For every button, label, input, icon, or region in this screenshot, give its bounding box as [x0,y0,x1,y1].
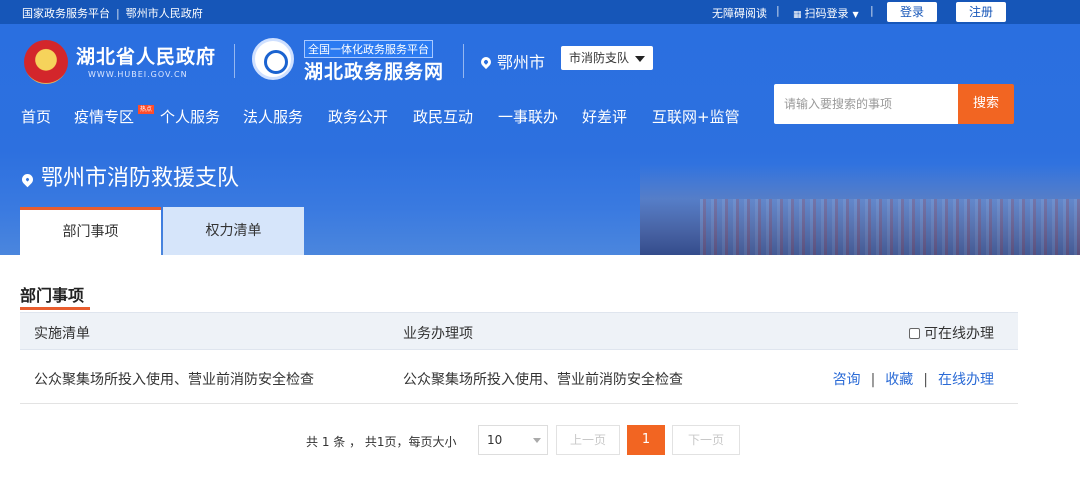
location-pin-icon [478,54,494,70]
header-divider-1 [234,44,235,78]
service-platform-icon [252,38,294,80]
page-title-text: 鄂州市消防救援支队 [41,166,240,191]
section-title-underline [20,307,90,310]
nav-item-one-thing[interactable]: 一事联办 [498,106,558,127]
nav-item-review[interactable]: 好差评 [582,106,627,127]
gov-url: WWW.HUBEI.GOV.CN [88,70,188,79]
city-buildings-texture [700,199,1080,255]
current-page-button[interactable]: 1 [627,425,665,455]
separator-1: | [776,4,780,17]
caret-down-icon [533,438,541,443]
location-pin-icon [19,171,36,188]
accessibility-link[interactable]: 无障碍阅读 [712,5,767,21]
table-row: 公众聚集场所投入使用、营业前消防安全检查 公众聚集场所投入使用、营业前消防安全检… [20,351,1018,404]
tab-power-list[interactable]: 权力清单 [163,207,304,255]
action-separator: | [923,372,928,388]
top-left-separator: | [116,7,120,20]
nav-item-gov-affairs[interactable]: 政务公开 [328,106,388,127]
national-emblem-icon [24,40,68,84]
hot-badge: 热点 [138,105,155,114]
department-select[interactable]: 市消防支队 [561,46,654,70]
column-header-implementation: 实施清单 [34,326,90,342]
separator-2: | [870,4,874,17]
checkbox-icon [909,328,920,339]
platform-name: 湖北政务服务网 [304,61,445,83]
nav-item-home[interactable]: 首页 [21,106,51,127]
prev-page-button[interactable]: 上一页 [556,425,620,455]
row-actions: 咨询 | 收藏 | 在线办理 [833,369,994,389]
gov-name: 湖北省人民政府 [76,46,217,68]
pagination-info: 共 1 条 ， 共1页，每页大小 [306,435,457,449]
national-platform-link[interactable]: 国家政务服务平台 [22,7,110,20]
nav-item-supervision[interactable]: 互联网+监管 [652,106,740,127]
nav-item-legal-person[interactable]: 法人服务 [243,106,303,127]
consult-link[interactable]: 咨询 [833,372,861,388]
page-size-select[interactable]: 10 [478,425,548,455]
ezhou-gov-link[interactable]: 鄂州市人民政府 [126,7,203,20]
nav-item-personal[interactable]: 个人服务 [160,106,220,127]
caret-down-icon [635,55,646,62]
tab-department-items[interactable]: 部门事项 [20,207,161,255]
favorite-link[interactable]: 收藏 [885,372,913,388]
nav-item-interaction[interactable]: 政民互动 [413,106,473,127]
online-handle-link[interactable]: 在线办理 [938,372,994,388]
register-button[interactable]: 注册 [956,2,1006,22]
online-filter-label: 可在线办理 [924,326,994,342]
row-item-name[interactable]: 公众聚集场所投入使用、营业前消防安全检查 [34,369,314,389]
row-business-name[interactable]: 公众聚集场所投入使用、营业前消防安全检查 [403,369,683,389]
online-filter-checkbox[interactable]: 可在线办理 [909,323,994,343]
page-size-value: 10 [487,433,503,447]
top-utility-bar: 国家政务服务平台 | 鄂州市人民政府 无障碍阅读 | ▦ 扫码登录 ▼ | 登录 注册 [0,0,1080,24]
platform-tag: 全国一体化政务服务平台 [304,40,433,58]
qr-code-icon: ▦ [793,10,802,20]
dropdown-caret-icon: ▼ [852,10,859,19]
search-button[interactable]: 搜索 [958,84,1014,124]
column-header-business: 业务办理项 [403,326,473,342]
scan-login-link[interactable]: ▦ 扫码登录 ▼ [793,5,859,21]
city-name: 鄂州市 [497,53,546,72]
department-select-value: 市消防支队 [569,51,630,65]
header-divider-2 [463,44,464,78]
next-page-button[interactable]: 下一页 [672,425,740,455]
action-separator: | [870,372,876,388]
nav-item-epidemic[interactable]: 疫情专区 [74,106,134,127]
page-title: 鄂州市消防救援支队 [19,160,240,192]
table-header: 实施清单 业务办理项 可在线办理 [20,312,1018,350]
pagination: 共 1 条 ， 共1页，每页大小 10 上一页 1 下一页 [0,424,1080,456]
section-title: 部门事项 [20,286,85,305]
scan-login-label: 扫码登录 [804,7,849,20]
search-input[interactable]: 请输入要搜索的事项 [774,84,958,124]
city-location[interactable]: 鄂州市 [478,49,546,73]
top-left-links: 国家政务服务平台 | 鄂州市人民政府 [22,5,203,21]
login-button[interactable]: 登录 [887,2,937,22]
